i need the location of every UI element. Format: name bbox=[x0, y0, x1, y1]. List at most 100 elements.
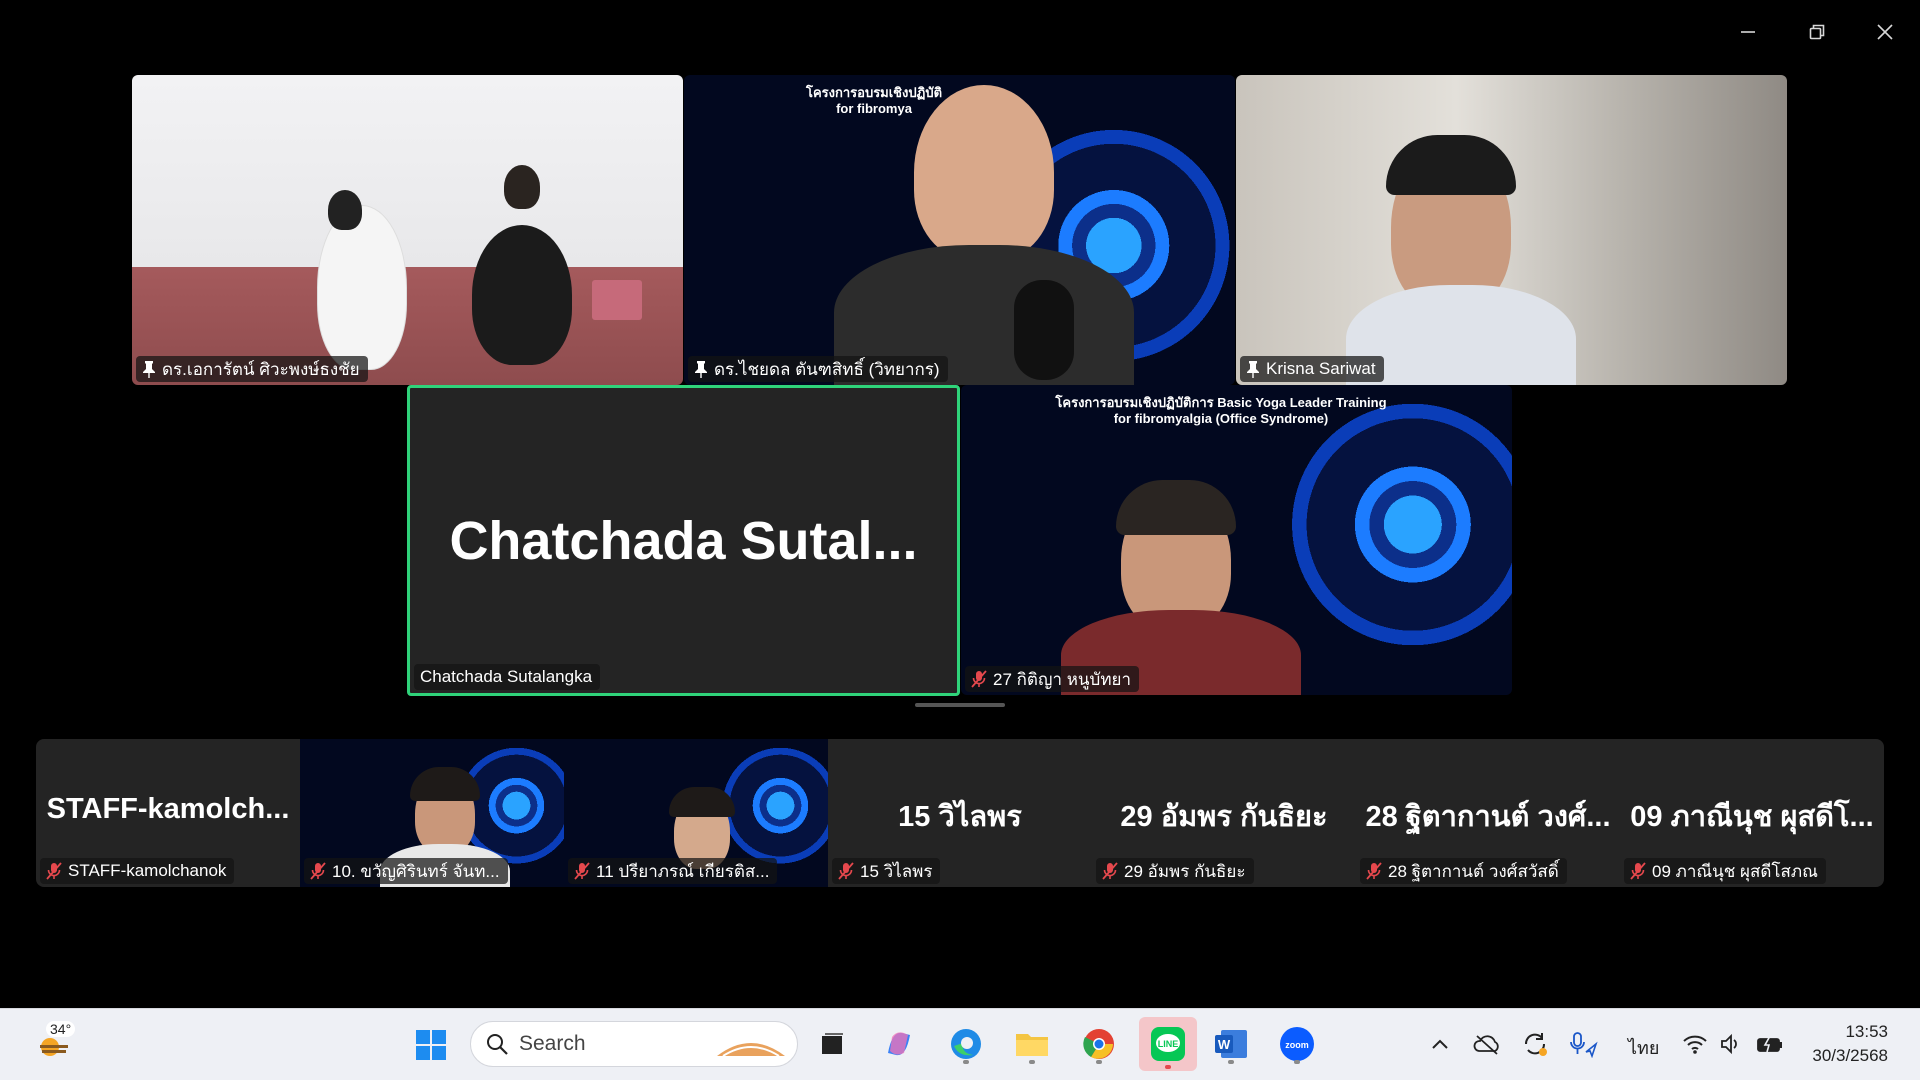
battery-button[interactable] bbox=[1751, 1022, 1789, 1066]
participant-name: 09 ภาณีนุช ผุสดีโสภณ bbox=[1652, 861, 1818, 881]
edge-button[interactable] bbox=[944, 1022, 988, 1066]
participant-name: Chatchada Sutalangka bbox=[420, 667, 593, 686]
participant-name-label: ดร.เอการัตน์ ศิวะพงษ์ธงชัย bbox=[136, 356, 368, 382]
speaker-icon bbox=[1721, 1033, 1737, 1055]
zoom-icon: zoom bbox=[1280, 1027, 1314, 1061]
event-banner-text: โครงการอบรมเชิงปฏิบัติการ Basic Yoga Lea… bbox=[1055, 395, 1387, 427]
task-view-button[interactable] bbox=[810, 1022, 854, 1066]
filmstrip-tile[interactable]: 15 วิไลพร 15 วิไลพร bbox=[828, 739, 1092, 887]
clock-time[interactable]: 13:53 bbox=[1812, 1022, 1888, 1042]
video-tile-participant-1[interactable]: ดร.เอการัตน์ ศิวะพงษ์ธงชัย bbox=[132, 75, 683, 385]
participant-name: 15 วิไลพร bbox=[860, 861, 933, 881]
filmstrip-tile[interactable]: 10. ขวัญศิรินทร์ จันท... bbox=[300, 739, 564, 887]
participant-name: ดร.ไชยดล ตันฑสิทธิ์ (วิทยากร) bbox=[714, 359, 940, 379]
onedrive-button[interactable] bbox=[1467, 1022, 1507, 1066]
microphone-location-icon bbox=[1570, 1032, 1598, 1058]
participant-name-label: Chatchada Sutalangka bbox=[414, 664, 601, 690]
participant-head bbox=[328, 190, 362, 230]
microphone bbox=[1014, 280, 1074, 380]
line-button[interactable]: LINE bbox=[1139, 1017, 1197, 1071]
edge-icon bbox=[951, 1029, 981, 1059]
filmstrip-tile[interactable]: STAFF-kamolch... STAFF-kamolchanok bbox=[36, 739, 300, 887]
start-button[interactable] bbox=[409, 1023, 453, 1067]
participant-name-label: 28 ฐิตากานต์ วงศ์สวัสดิ์ bbox=[1360, 858, 1567, 884]
pin-icon bbox=[1247, 361, 1259, 378]
participant-face bbox=[914, 85, 1054, 260]
participant-hair bbox=[1386, 135, 1516, 195]
participant-name: 28 ฐิตากานต์ วงศ์สวัสดิ์ bbox=[1388, 861, 1559, 881]
svg-text:LINE: LINE bbox=[1158, 1039, 1179, 1049]
voice-typing-button[interactable] bbox=[1563, 1022, 1603, 1066]
participant-name-label: 10. ขวัญศิรินทร์ จันท... bbox=[304, 858, 508, 884]
minimize-icon bbox=[1741, 31, 1755, 33]
participant-name-label: STAFF-kamolchanok bbox=[40, 858, 235, 884]
participant-display-name: Chatchada Sutal... bbox=[449, 510, 918, 571]
video-tile-active-speaker[interactable]: Chatchada Sutal... Chatchada Sutalangka bbox=[407, 385, 960, 696]
muted-mic-icon bbox=[46, 862, 62, 880]
participant-name: STAFF-kamolchanok bbox=[68, 861, 227, 880]
running-indicator bbox=[1228, 1060, 1234, 1064]
yoga-blocks bbox=[592, 280, 642, 320]
video-tile-participant-2[interactable]: โครงการอบรมเชิงปฏิบัติ for fibromya ดร.ไ… bbox=[684, 75, 1235, 385]
task-view-icon bbox=[822, 1033, 843, 1054]
gallery-resize-handle[interactable] bbox=[915, 703, 1005, 707]
muted-mic-icon bbox=[574, 862, 590, 880]
running-indicator bbox=[1029, 1060, 1035, 1064]
folder-icon bbox=[1016, 1034, 1048, 1056]
participant-name-label: 11 ปรียาภรณ์ เกียรติส... bbox=[568, 858, 778, 884]
filmstrip-tile[interactable]: 28 ฐิตากานต์ วงศ์... 28 ฐิตากานต์ วงศ์สว… bbox=[1356, 739, 1620, 887]
muted-mic-icon bbox=[838, 862, 854, 880]
weather-widget[interactable]: 34° bbox=[24, 1019, 84, 1063]
participant-name-label: ดร.ไชยดล ตันฑสิทธิ์ (วิทยากร) bbox=[688, 356, 948, 382]
chrome-button[interactable] bbox=[1077, 1022, 1121, 1066]
copilot-icon bbox=[888, 1032, 910, 1056]
muted-mic-icon bbox=[971, 670, 987, 688]
running-indicator bbox=[1165, 1065, 1171, 1069]
copilot-button[interactable] bbox=[877, 1022, 921, 1066]
chevron-up-icon bbox=[1432, 1039, 1448, 1049]
pin-icon bbox=[695, 361, 707, 378]
sync-button[interactable] bbox=[1515, 1022, 1555, 1066]
file-explorer-button[interactable] bbox=[1010, 1022, 1054, 1066]
filmstrip-tile[interactable]: 11 ปรียาภรณ์ เกียรติส... bbox=[564, 739, 828, 887]
input-language-indicator[interactable]: ไทย bbox=[1628, 1033, 1659, 1062]
restore-button[interactable] bbox=[1797, 14, 1837, 50]
sync-icon bbox=[1524, 1033, 1547, 1056]
close-icon bbox=[1877, 24, 1893, 40]
participant-name: 29 อัมพร กันธิยะ bbox=[1124, 861, 1246, 881]
show-hidden-icons-button[interactable] bbox=[1420, 1022, 1460, 1066]
participant-name-label: Krisna Sariwat bbox=[1240, 356, 1384, 382]
weather-temperature: 34° bbox=[46, 1021, 76, 1037]
video-tile-participant-5[interactable]: โครงการอบรมเชิงปฏิบัติการ Basic Yoga Lea… bbox=[961, 385, 1512, 695]
muted-mic-icon bbox=[1630, 862, 1646, 880]
search-placeholder: Search bbox=[519, 1032, 586, 1055]
participant-name: Krisna Sariwat bbox=[1266, 359, 1376, 378]
participant-name: 10. ขวัญศิรินทร์ จันท... bbox=[332, 861, 500, 881]
filmstrip-tile[interactable]: 09 ภาณีนุช ผุสดีโ... 09 ภาณีนุช ผุสดีโสภ… bbox=[1620, 739, 1884, 887]
participant-name-label: 15 วิไลพร bbox=[832, 858, 941, 884]
muted-mic-icon bbox=[1366, 862, 1382, 880]
minimize-button[interactable] bbox=[1728, 14, 1768, 50]
muted-mic-icon bbox=[310, 862, 326, 880]
participant-figure bbox=[317, 205, 407, 370]
participant-name-label: 29 อัมพร กันธิยะ bbox=[1096, 858, 1254, 884]
taskbar-search-box[interactable]: Search bbox=[470, 1021, 798, 1067]
volume-button[interactable] bbox=[1713, 1022, 1749, 1066]
wifi-button[interactable] bbox=[1677, 1022, 1713, 1066]
svg-text:W: W bbox=[1218, 1037, 1231, 1052]
participant-figure bbox=[472, 225, 572, 365]
participant-name: 27 กิติญา หนูบัทยา bbox=[993, 669, 1132, 689]
cloud-offline-icon bbox=[1473, 1035, 1499, 1055]
filmstrip-tile[interactable]: 29 อัมพร กันธิยะ 29 อัมพร กันธิยะ bbox=[1092, 739, 1356, 887]
word-button[interactable]: W bbox=[1209, 1022, 1253, 1066]
video-tile-participant-3[interactable]: Krisna Sariwat bbox=[1236, 75, 1787, 385]
clock-date[interactable]: 30/3/2568 bbox=[1798, 1046, 1888, 1066]
pin-icon bbox=[143, 361, 155, 378]
close-button[interactable] bbox=[1865, 14, 1905, 50]
battery-charging-icon bbox=[1757, 1035, 1782, 1053]
windows-logo-icon bbox=[416, 1030, 446, 1060]
wifi-icon bbox=[1683, 1035, 1707, 1054]
participant-name: 11 ปรียาภรณ์ เกียรติส... bbox=[596, 861, 770, 881]
participant-head bbox=[504, 165, 540, 209]
zoom-button[interactable]: zoom bbox=[1275, 1022, 1319, 1066]
